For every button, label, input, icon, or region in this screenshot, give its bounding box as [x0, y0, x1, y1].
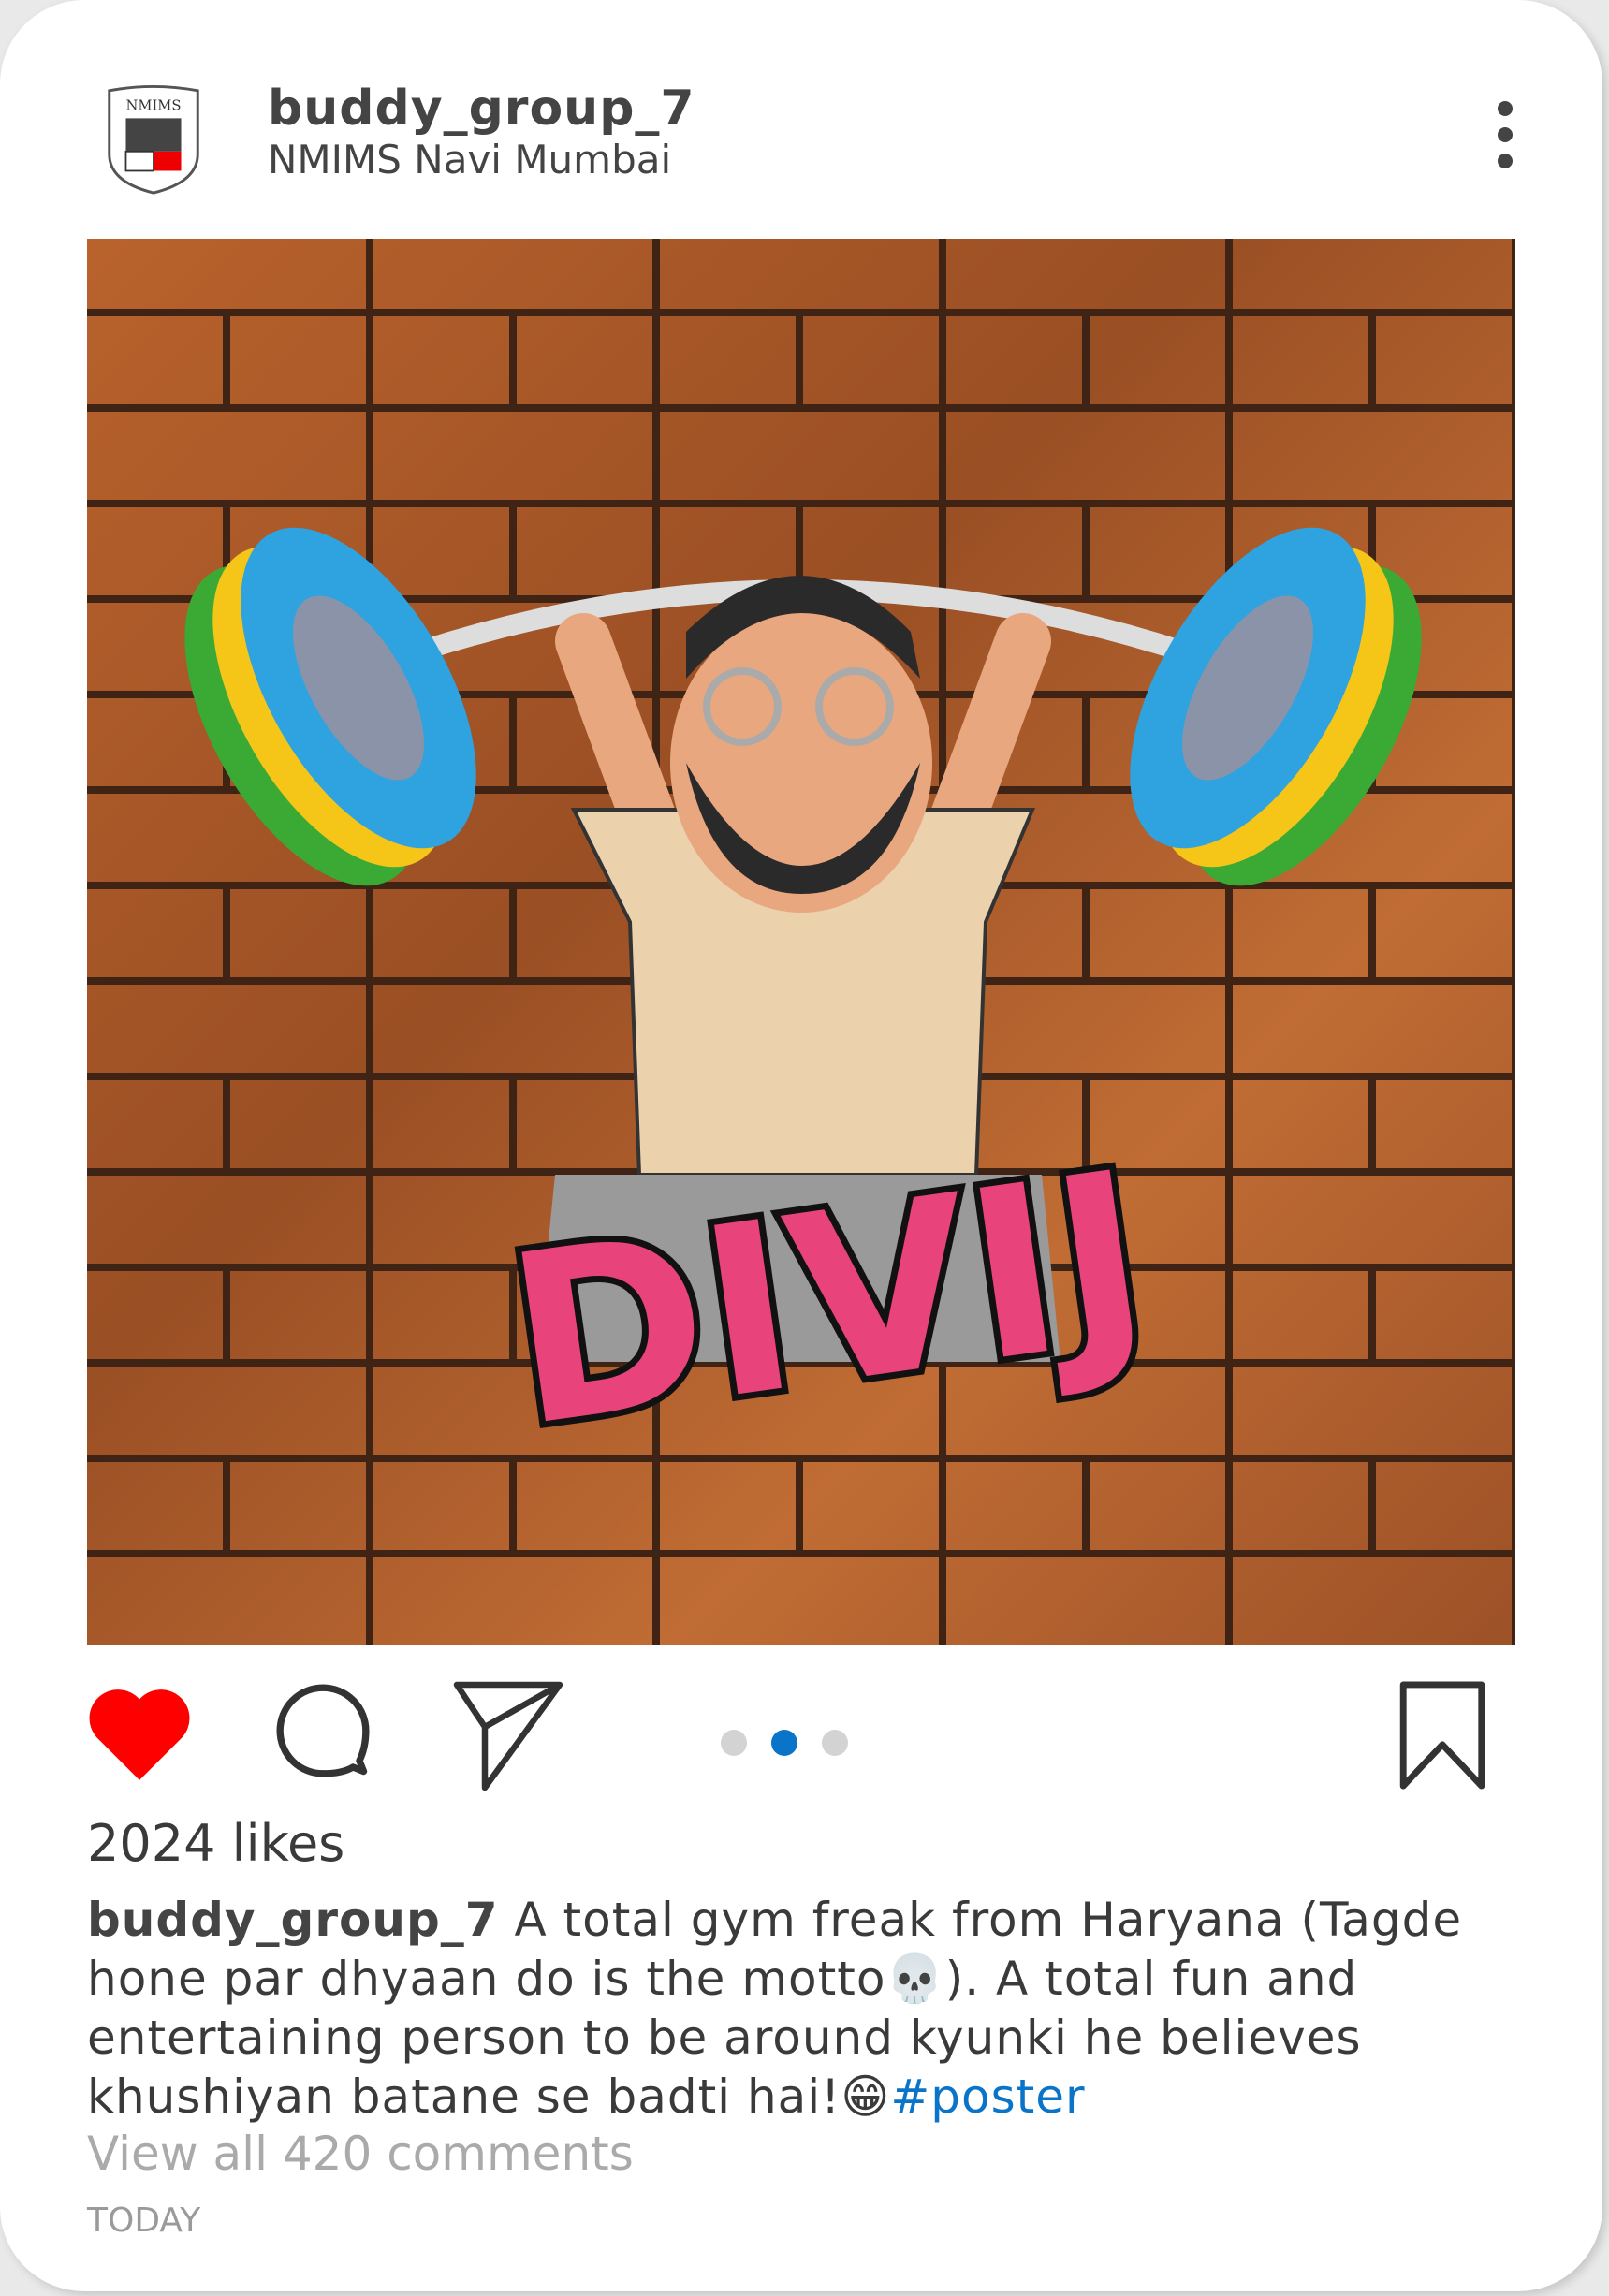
svg-text:DIVIJ: DIVIJ	[494, 1120, 1163, 1479]
bookmark-icon[interactable]	[1393, 1680, 1492, 1791]
hashtag-link[interactable]: #poster	[890, 2069, 1085, 2124]
post-caption: buddy_group_7 A total gym freak from Har…	[87, 1891, 1547, 2127]
post-timestamp: TODAY	[87, 2201, 201, 2240]
carousel-dot[interactable]	[721, 1730, 747, 1756]
comment-icon[interactable]	[271, 1675, 374, 1786]
post-location[interactable]: NMIMS Navi Mumbai	[268, 137, 671, 183]
view-comments-link[interactable]: View all 420 comments	[87, 2127, 634, 2181]
caption-username[interactable]: buddy_group_7	[87, 1893, 499, 1947]
post-image[interactable]: DIVIJ	[87, 239, 1515, 1645]
carousel-dot[interactable]	[822, 1730, 848, 1756]
weightlifter-illustration: DIVIJ	[184, 527, 1422, 1485]
nmims-logo: NMIMS	[108, 84, 199, 195]
carousel-dot-active[interactable]	[771, 1730, 797, 1756]
share-icon[interactable]	[449, 1680, 567, 1792]
more-vertical-icon[interactable]	[1494, 101, 1516, 176]
carousel-indicator	[721, 1730, 848, 1756]
heart-icon[interactable]	[82, 1680, 197, 1785]
post-card: NMIMS buddy_group_7 NMIMS Navi Mumbai DI…	[0, 0, 1602, 2291]
likes-count[interactable]: 2024 likes	[87, 1814, 344, 1873]
svg-text:NMIMS: NMIMS	[125, 98, 181, 114]
post-username[interactable]: buddy_group_7	[268, 80, 695, 137]
